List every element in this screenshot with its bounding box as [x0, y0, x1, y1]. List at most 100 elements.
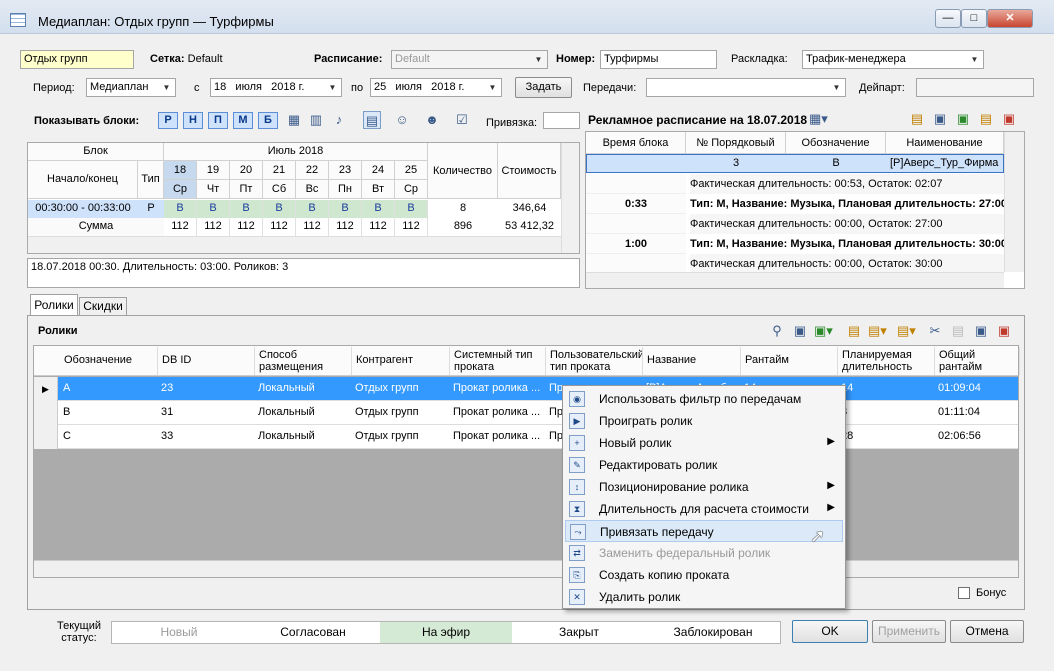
list-add-icon[interactable]: ▣: [954, 110, 972, 128]
menu-item[interactable]: + Новый ролик ▶: [565, 432, 843, 454]
grid-value: Default: [187, 53, 223, 65]
copy-icon[interactable]: ▣: [972, 322, 990, 340]
tab-discounts[interactable]: Скидки: [79, 297, 127, 315]
from-date-picker[interactable]: 18 июля 2018 г. ▼: [210, 78, 342, 97]
rolls-col-header[interactable]: Название: [643, 347, 741, 375]
block-row-time[interactable]: 00:30:00 - 00:33:00: [28, 200, 138, 218]
list-view-icon[interactable]: ▣: [931, 110, 949, 128]
menu-item[interactable]: ◉ Использовать фильтр по передачам: [565, 388, 843, 410]
day-cell[interactable]: В: [230, 200, 263, 218]
apply-button[interactable]: Применить: [872, 620, 946, 643]
menu-item-label: Проиграть ролик: [599, 414, 693, 428]
microphone-icon[interactable]: ♪: [330, 111, 348, 129]
number-label: Номер:: [556, 53, 596, 65]
grid-dense-icon[interactable]: ▦: [285, 111, 303, 129]
menu-item[interactable]: ✕ Удалить ролик: [565, 586, 843, 608]
new-roll-icon[interactable]: ▣▾: [814, 322, 833, 340]
rolls-col-header[interactable]: Системный тип проката: [450, 347, 546, 375]
ad-schedule-vscrollbar[interactable]: [1004, 132, 1024, 272]
set-period-button[interactable]: Задать: [515, 77, 572, 98]
block-row-type[interactable]: Р: [138, 200, 164, 218]
position-icon[interactable]: ▤▾: [868, 322, 887, 340]
list-delete-icon[interactable]: ▣: [1000, 110, 1018, 128]
to-date-picker[interactable]: 25 июля 2018 г. ▼: [370, 78, 502, 97]
table-cell: Отдых групп: [355, 406, 419, 418]
broadcasts-select[interactable]: ▼: [646, 78, 846, 97]
list-icon[interactable]: ▤: [908, 110, 926, 128]
schedule-row-text[interactable]: Фактическая длительность: 00:00, Остаток…: [690, 254, 1004, 274]
menu-item[interactable]: ⇄ Заменить федеральный ролик: [565, 542, 843, 564]
list-edit-icon[interactable]: ▤: [977, 110, 995, 128]
rolls-col-header[interactable]: Обозначение: [60, 347, 158, 375]
period-select[interactable]: Медиаплан ▼: [86, 78, 176, 97]
delete-roll-icon[interactable]: ▣: [995, 322, 1013, 340]
rolls-col-header[interactable]: Контрагент: [352, 347, 450, 375]
block-row-cost[interactable]: 346,64: [498, 200, 561, 218]
menu-item[interactable]: ⧗ Длительность для расчета стоимости ▶: [565, 498, 843, 520]
day-cell[interactable]: В: [296, 200, 329, 218]
day-cell[interactable]: В: [164, 200, 197, 218]
menu-item[interactable]: ✎ Редактировать ролик: [565, 454, 843, 476]
rolls-col-header[interactable]: Способ размещения: [255, 347, 352, 375]
cancel-button[interactable]: Отмена: [950, 620, 1024, 643]
checklist-icon[interactable]: ☑: [453, 111, 471, 129]
schedule-row-text[interactable]: Тип: М, Название: Музыка, Плановая длите…: [690, 194, 1004, 214]
menu-item[interactable]: ▶ Проиграть ролик: [565, 410, 843, 432]
replace-federal-icon[interactable]: ▤: [949, 322, 967, 340]
day-cell[interactable]: В: [263, 200, 296, 218]
grid-sparse-icon[interactable]: ▥: [307, 111, 325, 129]
block-toggle-r[interactable]: Р: [158, 112, 178, 129]
day-cell[interactable]: В: [395, 200, 428, 218]
minimize-button[interactable]: —: [935, 9, 961, 28]
rolls-col-header[interactable]: Рантайм: [741, 347, 838, 375]
number-field[interactable]: Турфирмы: [600, 50, 717, 69]
rolls-col-header[interactable]: Пользовательский тип проката: [546, 347, 643, 375]
link-broadcast-icon[interactable]: ✂: [926, 322, 944, 340]
filter-icon[interactable]: ⚲: [768, 322, 786, 340]
layout-select[interactable]: Трафик-менеджера ▼: [802, 50, 984, 69]
menu-item[interactable]: ⤳ Привязать передачу: [565, 520, 843, 542]
rolls-col-header[interactable]: Планируемая длительность: [838, 347, 935, 375]
dayparts-field[interactable]: [916, 78, 1034, 97]
block-toggle-n[interactable]: Н: [183, 112, 203, 129]
day-cell[interactable]: В: [362, 200, 395, 218]
menu-item[interactable]: ⎘ Создать копию проката: [565, 564, 843, 586]
rolls-col-header[interactable]: Общий рантайм: [935, 347, 1020, 375]
close-button[interactable]: ✕: [987, 9, 1033, 28]
binding-field[interactable]: [543, 112, 580, 129]
status-blocked: Заблокирован: [673, 625, 753, 639]
day-cell[interactable]: В: [197, 200, 230, 218]
menu-item[interactable]: ↕ Позиционирование ролика ▶: [565, 476, 843, 498]
tab-rolls[interactable]: Ролики: [30, 294, 78, 315]
bonus-checkbox[interactable]: [958, 587, 970, 599]
client-field[interactable]: Отдых групп: [20, 50, 134, 69]
table-cell: Прокат ролика ...: [453, 382, 541, 394]
block-row-count[interactable]: 8: [428, 200, 498, 218]
schedule-row-text[interactable]: Тип: М, Название: Музыка, Плановая длите…: [690, 234, 1004, 254]
blocks-grid-vscrollbar[interactable]: [561, 143, 579, 253]
status-label: Текущий статус:: [57, 620, 101, 644]
calendar-icon[interactable]: ▤: [363, 111, 381, 129]
block-toggle-p[interactable]: П: [208, 112, 228, 129]
schedule-row-text[interactable]: Фактическая длительность: 00:53, Остаток…: [690, 174, 1004, 194]
person-add-icon[interactable]: ☻: [423, 111, 441, 129]
duration-icon[interactable]: ▤▾: [897, 322, 916, 340]
edit-roll-icon[interactable]: ▤: [845, 322, 863, 340]
calendar-dropdown-icon[interactable]: ▦▾: [809, 110, 828, 128]
play-icon[interactable]: ▣: [791, 322, 809, 340]
schedule-row-text[interactable]: Фактическая длительность: 00:00, Остаток…: [690, 214, 1004, 234]
to-label: по: [351, 82, 364, 94]
schedule-select[interactable]: Default ▼: [391, 50, 548, 69]
ok-button[interactable]: OK: [792, 620, 868, 643]
block-toggle-b[interactable]: Б: [258, 112, 278, 129]
maximize-button[interactable]: □: [961, 9, 987, 28]
block-toggle-m[interactable]: М: [233, 112, 253, 129]
rolls-col-header[interactable]: DB ID: [158, 347, 255, 375]
ad-schedule-hscrollbar[interactable]: [586, 272, 1004, 288]
title-bar: Медиаплан: Отдых групп — Турфирмы — □ ✕: [0, 0, 1054, 34]
rolls-grid-hscrollbar[interactable]: [34, 560, 1018, 577]
day-cell[interactable]: В: [329, 200, 362, 218]
person-icon[interactable]: ☺: [393, 111, 411, 129]
window-title: Медиаплан: Отдых групп — Турфирмы: [38, 14, 274, 29]
blocks-grid-hscrollbar[interactable]: [28, 236, 561, 253]
